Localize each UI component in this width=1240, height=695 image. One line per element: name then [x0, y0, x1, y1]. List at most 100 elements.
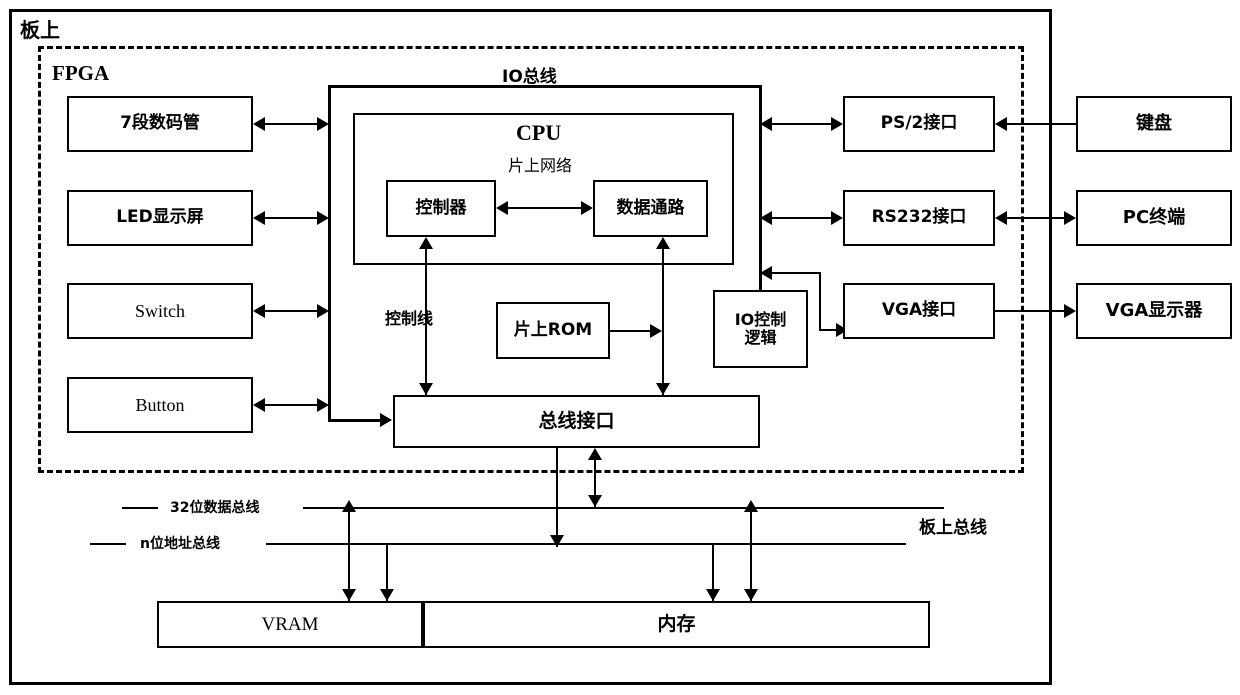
vram-address-bus-arrow-down: [380, 589, 394, 601]
io-ctrl-feedback-horizontal: [772, 272, 821, 274]
datapath-bus-arrow-up: [656, 237, 670, 249]
address-bus-line: [266, 543, 906, 545]
link-keyboard-ps2: [1007, 123, 1076, 125]
link-seven-segment-arrow-right: [317, 117, 329, 131]
peripheral-switch-label: Switch: [134, 300, 185, 321]
interface-ps2-box: PS/2接口: [843, 96, 995, 152]
data-bus-label: 32位数据总线: [170, 500, 260, 516]
vram-box: VRAM: [157, 601, 423, 648]
link-button-arrow-right: [317, 398, 329, 412]
link-iobus-ps2: [772, 123, 831, 125]
legend-dash-data-bus: [122, 507, 158, 509]
board-outer-frame-label: 板上: [20, 18, 60, 42]
io-ctrl-feedback-arrow: [760, 266, 772, 280]
external-pc-terminal-label: PC终端: [1122, 206, 1186, 228]
link-iobus-rs232: [772, 217, 831, 219]
vram-data-bus-arrow-up: [342, 500, 356, 512]
io-bus-left-edge: [328, 85, 331, 422]
external-keyboard-box: 键盘: [1076, 96, 1232, 152]
controller-label: 控制器: [415, 197, 467, 218]
rom-to-data-arrow: [650, 324, 662, 338]
io-bus-bottom-stub: [328, 419, 380, 422]
diagram-canvas: 板上 FPGA IO总线 CPU 片上网络 控制器 数据通路 控制线 片上ROM…: [0, 0, 1240, 695]
on-chip-rom-label: 片上ROM: [513, 319, 593, 340]
control-line-arrow-down: [419, 383, 433, 395]
link-button-arrow-left: [253, 398, 265, 412]
memory-address-bus-arrow-down: [706, 589, 720, 601]
link-iobus-rs232-arrow-left: [760, 211, 772, 225]
external-pc-terminal-box: PC终端: [1076, 190, 1232, 246]
link-led-display: [265, 217, 317, 219]
link-seven-segment: [265, 123, 317, 125]
io-bus-label: IO总线: [502, 67, 557, 87]
controller-box: 控制器: [386, 180, 496, 237]
link-pc-rs232: [1007, 217, 1064, 219]
memory-box: 内存: [423, 601, 930, 648]
datapath-label: 数据通路: [616, 197, 685, 218]
link-button: [265, 404, 317, 406]
link-vga-monitor: [995, 310, 1064, 312]
link-led-display-arrow-right: [317, 211, 329, 225]
interface-rs232-box: RS232接口: [843, 190, 995, 246]
peripheral-switch-box: Switch: [67, 283, 253, 339]
interface-rs232-label: RS232接口: [871, 207, 967, 228]
io-bus-right-edge: [759, 85, 762, 291]
link-pc-rs232-arrow-left: [995, 211, 1007, 225]
memory-label: 内存: [657, 612, 696, 635]
link-iobus-ps2-arrow-left: [760, 117, 772, 131]
controller-datapath-arrow-left: [496, 201, 508, 215]
fpga-frame-label: FPGA: [52, 61, 110, 85]
vram-label: VRAM: [261, 613, 319, 635]
cpu-title: CPU: [516, 120, 562, 145]
peripheral-button-box: Button: [67, 377, 253, 433]
vram-data-bus-arrow-down: [342, 589, 356, 601]
peripheral-led-display-box: LED显示屏: [67, 190, 253, 246]
vram-data-bus-line: [348, 507, 350, 601]
io-control-logic-label: IO控制 逻辑: [734, 309, 787, 347]
link-switch-arrow-right: [317, 304, 329, 318]
datapath-bus-line-vertical: [662, 246, 664, 395]
on-chip-rom-box: 片上ROM: [496, 302, 610, 359]
link-iobus-rs232-arrow-right: [831, 211, 843, 225]
link-iobus-ps2-arrow-right: [831, 117, 843, 131]
interface-vga-label: VGA接口: [881, 300, 957, 321]
external-vga-monitor-box: VGA显示器: [1076, 283, 1232, 339]
bus-interface-label: 总线接口: [538, 409, 615, 432]
board-bus-label: 板上总线: [919, 518, 987, 538]
io-control-logic-box: IO控制 逻辑: [713, 290, 808, 368]
memory-data-bus-arrow-up: [744, 500, 758, 512]
datapath-bus-arrow-down: [656, 383, 670, 395]
io-bus-to-bus-interface-arrow: [380, 413, 392, 427]
io-ctrl-to-vga-vertical: [819, 272, 821, 330]
control-line-label: 控制线: [385, 309, 434, 328]
peripheral-seven-segment-label: 7段数码管: [120, 113, 200, 134]
controller-datapath-link: [508, 207, 581, 209]
external-keyboard-label: 键盘: [1136, 112, 1172, 134]
peripheral-button-label: Button: [135, 394, 185, 415]
bus-interface-up-line-arrow-down: [588, 495, 602, 507]
cpu-noc-label: 片上网络: [508, 156, 573, 175]
bus-interface-box: 总线接口: [393, 395, 760, 448]
interface-vga-box: VGA接口: [843, 283, 995, 339]
data-bus-line: [303, 507, 944, 509]
bus-interface-up-arrow: [588, 448, 602, 460]
memory-data-bus-arrow-down: [744, 589, 758, 601]
bus-interface-down-line: [556, 448, 558, 547]
interface-ps2-label: PS/2接口: [880, 113, 958, 134]
memory-data-bus-line: [750, 507, 752, 601]
rom-to-data-line: [610, 330, 652, 332]
legend-dash-address-bus: [90, 543, 126, 545]
link-led-display-arrow-left: [253, 211, 265, 225]
link-pc-rs232-arrow-right: [1064, 211, 1076, 225]
peripheral-led-display-label: LED显示屏: [116, 207, 204, 228]
link-keyboard-ps2-arrow: [995, 117, 1007, 131]
datapath-box: 数据通路: [593, 180, 708, 237]
external-vga-monitor-label: VGA显示器: [1105, 299, 1203, 321]
link-switch: [265, 310, 317, 312]
link-seven-segment-arrow-left: [253, 117, 265, 131]
controller-datapath-arrow-right: [581, 201, 593, 215]
link-switch-arrow-left: [253, 304, 265, 318]
address-bus-label: n位地址总线: [140, 536, 220, 552]
bus-interface-down-arrow: [550, 535, 564, 547]
link-vga-monitor-arrow: [1064, 304, 1076, 318]
